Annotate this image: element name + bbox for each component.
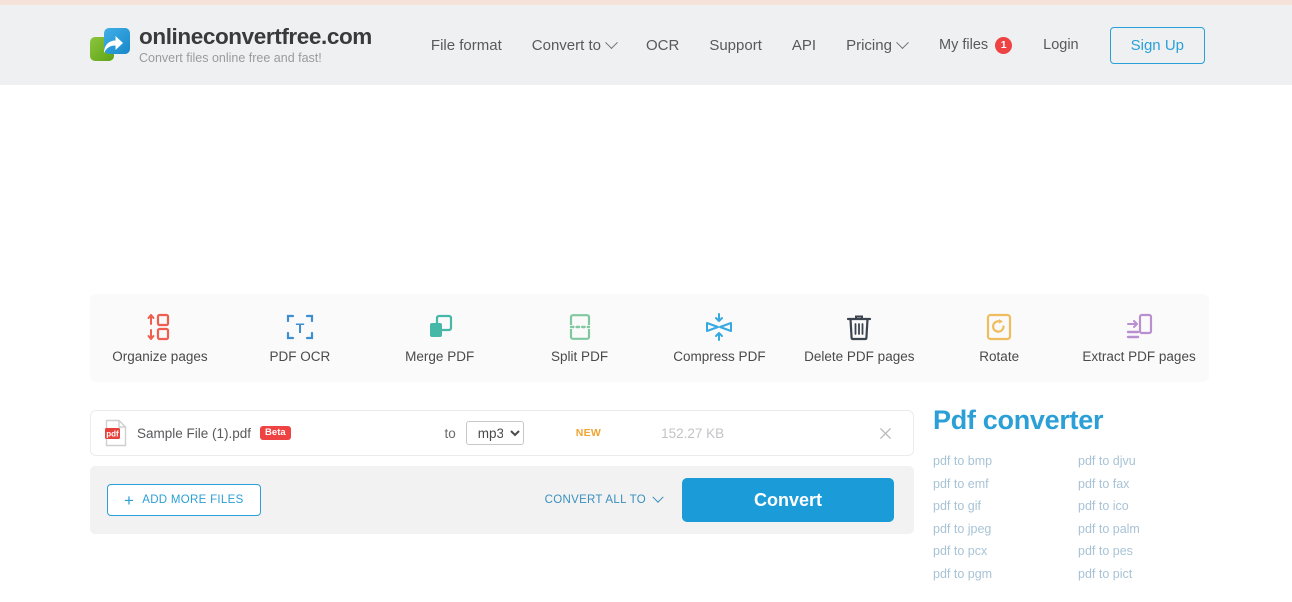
convert-all-to-label: CONVERT ALL TO xyxy=(544,494,646,506)
pdf-file-icon: pdf xyxy=(105,419,127,447)
chevron-down-icon xyxy=(652,491,664,503)
login-link[interactable]: Login xyxy=(1043,37,1078,53)
conversion-link[interactable]: pdf to djvu xyxy=(1078,454,1223,468)
nav-label: File format xyxy=(430,36,502,54)
tool-label: Extract PDF pages xyxy=(1082,349,1196,364)
add-more-files-button[interactable]: + ADD MORE FILES xyxy=(107,484,261,516)
new-badge: NEW xyxy=(575,427,602,439)
svg-text:pdf: pdf xyxy=(106,430,119,439)
conversion-link[interactable]: pdf to emf xyxy=(933,477,1078,491)
logo-tagline: Convert files online free and fast! xyxy=(139,51,322,65)
nav-label: Support xyxy=(709,36,762,54)
compress-pdf-icon xyxy=(706,313,733,341)
action-bar: + ADD MORE FILES CONVERT ALL TO Convert xyxy=(90,466,914,534)
to-label: to xyxy=(444,425,456,441)
tool-rotate[interactable]: Rotate xyxy=(929,312,1069,364)
tool-delete-pdf-pages[interactable]: Delete PDF pages xyxy=(789,312,929,364)
conversion-link[interactable]: pdf to gif xyxy=(933,499,1078,513)
tool-pdf-ocr[interactable]: T PDF OCR xyxy=(230,312,370,364)
chevron-down-icon xyxy=(605,35,618,49)
nav-label: API xyxy=(791,36,817,54)
tool-label: Split PDF xyxy=(551,349,609,364)
page-root: onlineconvertfree.com Convert files onli… xyxy=(0,0,1292,602)
tool-label: PDF OCR xyxy=(269,349,331,364)
tool-label: Organize pages xyxy=(112,349,208,364)
my-files-label: My files xyxy=(938,37,989,53)
tool-label: Compress PDF xyxy=(673,349,766,364)
my-files-link[interactable]: My files 1 xyxy=(938,36,1013,54)
nav-label: OCR xyxy=(645,36,680,54)
conversion-link[interactable]: pdf to pgm xyxy=(933,567,1078,581)
file-name: Sample File (1).pdf xyxy=(137,425,252,441)
site-logo[interactable]: onlineconvertfree.com Convert files onli… xyxy=(90,23,372,65)
panel-title: Pdf converter xyxy=(933,405,1104,435)
site-header: onlineconvertfree.com Convert files onli… xyxy=(0,5,1292,85)
pdf-converter-panel: Pdf converter pdf to bmp pdf to djvu pdf… xyxy=(933,405,1223,581)
trash-icon xyxy=(847,315,872,341)
tool-merge-pdf[interactable]: Merge PDF xyxy=(370,312,510,364)
nav-item-pricing[interactable]: Pricing xyxy=(831,35,922,54)
tool-organize-pages[interactable]: Organize pages xyxy=(90,312,230,364)
output-format-select[interactable]: mp3 xyxy=(465,421,524,445)
tool-split-pdf[interactable]: Split PDF xyxy=(510,312,650,364)
conversion-link[interactable]: pdf to fax xyxy=(1078,477,1223,491)
main-navigation: File format Convert to OCR Support API P… xyxy=(416,35,922,54)
share-arrow-logo-icon xyxy=(90,27,130,63)
pdf-ocr-icon: T xyxy=(286,314,313,340)
conversion-link[interactable]: pdf to pict xyxy=(1078,567,1223,581)
split-pdf-icon xyxy=(569,314,590,340)
nav-item-support[interactable]: Support xyxy=(694,37,777,54)
header-actions: My files 1 Login Sign Up xyxy=(938,26,1205,64)
file-size: 152.27 KB xyxy=(661,425,725,441)
plus-icon: + xyxy=(124,490,135,510)
file-row: pdf Sample File (1).pdf Beta to mp3 NEW … xyxy=(90,410,914,456)
nav-item-api[interactable]: API xyxy=(777,37,831,54)
conversion-link[interactable]: pdf to jpeg xyxy=(933,522,1078,536)
conversion-links-grid: pdf to bmp pdf to djvu pdf to emf pdf to… xyxy=(933,454,1223,581)
logo-title: onlineconvertfree.com xyxy=(139,23,372,49)
convert-all-to-dropdown[interactable]: CONVERT ALL TO xyxy=(544,491,664,506)
tool-compress-pdf[interactable]: Compress PDF xyxy=(650,312,790,364)
conversion-link[interactable]: pdf to pcx xyxy=(933,544,1078,558)
add-more-files-label: ADD MORE FILES xyxy=(142,494,244,506)
tool-label: Merge PDF xyxy=(405,349,475,364)
tool-extract-pdf-pages[interactable]: Extract PDF pages xyxy=(1069,312,1209,364)
close-icon[interactable] xyxy=(878,426,893,441)
my-files-count-badge: 1 xyxy=(995,36,1013,54)
convert-button[interactable]: Convert xyxy=(682,478,894,522)
merge-pdf-icon xyxy=(429,314,452,337)
rotate-icon xyxy=(987,313,1012,341)
tool-label: Rotate xyxy=(979,349,1020,364)
tool-label: Delete PDF pages xyxy=(804,349,915,364)
pdf-tools-bar: Organize pages T PDF OCR Merge PDF Split… xyxy=(90,294,1209,382)
nav-label: Convert to xyxy=(531,36,601,54)
beta-badge: Beta xyxy=(260,425,291,441)
nav-item-convert-to[interactable]: Convert to xyxy=(517,35,631,54)
organize-pages-icon xyxy=(147,313,170,341)
svg-text:T: T xyxy=(296,320,305,336)
nav-label: Pricing xyxy=(846,36,892,54)
conversion-link[interactable]: pdf to ico xyxy=(1078,499,1223,513)
conversion-link[interactable]: pdf to bmp xyxy=(933,454,1078,468)
extract-pdf-pages-icon xyxy=(1126,313,1153,339)
nav-item-ocr[interactable]: OCR xyxy=(631,37,694,54)
sign-up-button[interactable]: Sign Up xyxy=(1109,26,1205,64)
chevron-down-icon xyxy=(896,35,909,49)
nav-item-file-format[interactable]: File format xyxy=(416,37,517,54)
conversion-link[interactable]: pdf to pes xyxy=(1078,544,1223,558)
conversion-link[interactable]: pdf to palm xyxy=(1078,522,1223,536)
